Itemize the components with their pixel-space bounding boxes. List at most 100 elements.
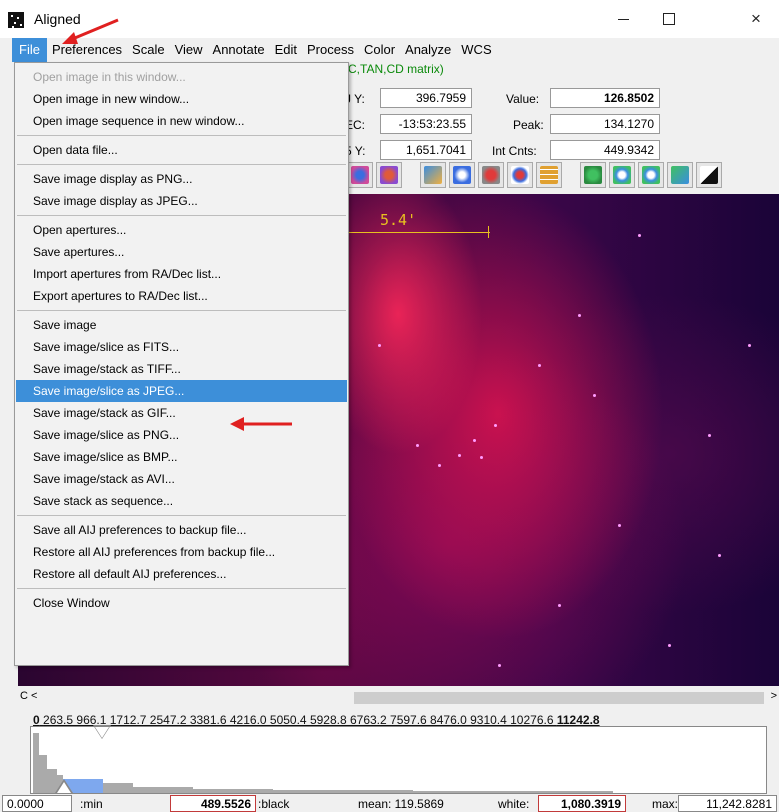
zoom-in-button[interactable] xyxy=(609,162,635,188)
tool-aperture-button[interactable] xyxy=(347,162,373,188)
file-menu-item[interactable]: Save image/slice as JPEG... xyxy=(16,380,347,402)
scroll-left-label[interactable]: C < xyxy=(20,690,37,702)
zoom-fit-icon xyxy=(584,166,602,184)
invert-button[interactable] xyxy=(696,162,722,188)
file-menu-item[interactable]: Save apertures... xyxy=(16,241,347,263)
file-menu-item[interactable]: Restore all AIJ preferences from backup … xyxy=(16,541,347,563)
menu-view[interactable]: View xyxy=(170,38,208,62)
max-field[interactable]: 11,242.8281 xyxy=(678,795,777,812)
histogram[interactable] xyxy=(30,725,767,794)
file-menu-item[interactable]: Export apertures to RA/Dec list... xyxy=(16,285,347,307)
sy-field: 1,651.7041 xyxy=(380,140,472,160)
tool-target-button[interactable] xyxy=(507,162,533,188)
menu-process[interactable]: Process xyxy=(302,38,359,62)
menu-separator xyxy=(17,588,346,589)
menu-scale[interactable]: Scale xyxy=(127,38,170,62)
file-menu-item[interactable]: Save image xyxy=(16,314,347,336)
table-icon xyxy=(540,166,558,184)
file-menu-item[interactable]: Save image/slice as FITS... xyxy=(16,336,347,358)
peak-field: 134.1270 xyxy=(550,114,660,134)
file-menu-item[interactable]: Save all AIJ preferences to backup file.… xyxy=(16,519,347,541)
file-menu-item[interactable]: Save image/stack as GIF... xyxy=(16,402,347,424)
wcs-info: EC,TAN,CD matrix) xyxy=(340,62,444,76)
tool-table-button[interactable] xyxy=(536,162,562,188)
file-menu-item[interactable]: Open data file... xyxy=(16,139,347,161)
intcnts-label: Int Cnts: xyxy=(492,144,537,158)
value-label: Value: xyxy=(506,92,540,106)
file-menu-item[interactable]: Open image sequence in new window... xyxy=(16,110,347,132)
tool-clear-button[interactable] xyxy=(376,162,402,188)
file-menu-item[interactable]: Close Window xyxy=(16,592,347,614)
edit-icon xyxy=(424,166,442,184)
scale-label: 5.4' xyxy=(380,211,417,229)
menu-color[interactable]: Color xyxy=(359,38,400,62)
scale-bar xyxy=(346,232,490,233)
menu-separator xyxy=(17,135,346,136)
zoom-out-button[interactable] xyxy=(638,162,664,188)
aperture-icon xyxy=(351,166,369,184)
white-label: white: xyxy=(498,797,530,811)
title-bar: Aligned × xyxy=(0,0,779,38)
menu-edit[interactable]: Edit xyxy=(270,38,302,62)
file-menu-item[interactable]: Import apertures from RA/Dec list... xyxy=(16,263,347,285)
target-icon xyxy=(511,166,529,184)
clear-apertures-icon xyxy=(380,166,398,184)
menu-analyze[interactable]: Analyze xyxy=(400,38,456,62)
value-field: 126.8502 xyxy=(550,88,660,108)
menu-wcs[interactable]: WCS xyxy=(456,38,496,62)
black-field[interactable]: 489.5526 xyxy=(170,795,256,812)
file-menu-item[interactable]: Open image in new window... xyxy=(16,88,347,110)
close-button[interactable]: × xyxy=(733,0,779,38)
histogram-tick-values: 263.5 966.1 1712.7 2547.2 3381.6 4216.0 … xyxy=(43,713,554,727)
histogram-tick-max: 11242.8 xyxy=(556,713,600,727)
tool-astrometry-button[interactable] xyxy=(449,162,475,188)
file-menu-item[interactable]: Save image display as JPEG... xyxy=(16,190,347,212)
zoom-in-icon xyxy=(613,166,631,184)
scroll-thumb[interactable] xyxy=(354,692,764,704)
menu-separator xyxy=(17,310,346,311)
zoom-fit-button[interactable] xyxy=(580,162,606,188)
min-label: :min xyxy=(80,797,103,811)
file-menu-item[interactable]: Save image/stack as AVI... xyxy=(16,468,347,490)
zoom-reset-button[interactable] xyxy=(667,162,693,188)
file-menu-item: Open image in this window... xyxy=(33,70,186,84)
min-field[interactable]: 0.0000 xyxy=(2,795,72,812)
zoom-reset-icon xyxy=(671,166,689,184)
max-label: max: xyxy=(652,797,679,811)
menu-separator xyxy=(17,515,346,516)
photometry-icon xyxy=(482,166,500,184)
menu-separator xyxy=(17,164,346,165)
menu-file[interactable]: File xyxy=(12,38,47,62)
y-field: 396.7959 xyxy=(380,88,472,108)
file-menu-item[interactable]: Save image display as PNG... xyxy=(16,168,347,190)
peak-label: Peak: xyxy=(513,118,544,132)
scale-bar-tick xyxy=(488,226,489,238)
invert-icon xyxy=(700,166,718,184)
file-menu-item[interactable]: Save image/stack as TIFF... xyxy=(16,358,347,380)
tool-photometry-button[interactable] xyxy=(478,162,504,188)
mean-value: mean: 119.5869 xyxy=(358,797,444,811)
maximize-button[interactable] xyxy=(646,0,692,38)
file-menu-item[interactable]: Restore all default AIJ preferences... xyxy=(16,563,347,585)
menu-bar: File Preferences Scale View Annotate Edi… xyxy=(0,38,779,62)
file-menu-dropdown: Open image in this window... Open image i… xyxy=(14,62,349,666)
menu-annotate[interactable]: Annotate xyxy=(208,38,270,62)
minimize-icon xyxy=(617,18,629,20)
scroll-right-icon[interactable]: > xyxy=(771,690,777,702)
maximize-icon xyxy=(663,13,675,25)
histogram-ticks: 0 263.5 966.1 1712.7 2547.2 3381.6 4216.… xyxy=(33,713,600,727)
app-icon xyxy=(8,12,24,28)
white-field[interactable]: 1,080.3919 xyxy=(538,795,626,812)
file-menu-item[interactable]: Save image/slice as BMP... xyxy=(16,446,347,468)
zoom-out-icon xyxy=(642,166,660,184)
intcnts-field: 449.9342 xyxy=(550,140,660,160)
histogram-tick-zero: 0 xyxy=(33,713,40,727)
tool-edit-button[interactable] xyxy=(420,162,446,188)
minimize-button[interactable] xyxy=(600,0,646,38)
file-menu-item[interactable]: Open apertures... xyxy=(16,219,347,241)
file-menu-item[interactable]: Save image/slice as PNG... xyxy=(16,424,347,446)
window-title: Aligned xyxy=(34,11,81,27)
file-menu-item[interactable]: Save stack as sequence... xyxy=(16,490,347,512)
horizontal-scrollbar[interactable]: C < > xyxy=(18,690,779,706)
menu-preferences[interactable]: Preferences xyxy=(47,38,127,62)
